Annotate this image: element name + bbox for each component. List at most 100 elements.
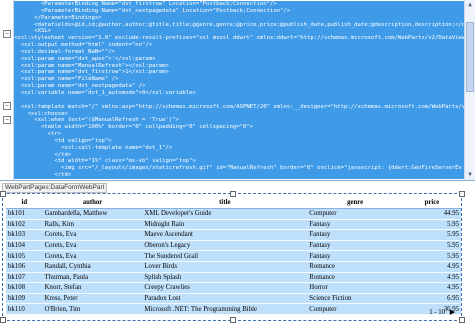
code-line: <XSL> xyxy=(14,28,465,35)
cell-id: bk104 xyxy=(6,240,43,251)
cell-title: Maeve Ascendant xyxy=(142,230,307,241)
code-line: <xsl:template match="/" xmlns:asp="http:… xyxy=(14,104,465,111)
column-header-genre[interactable]: genre xyxy=(307,196,403,209)
cell-author: Gambardella, Matthew xyxy=(43,209,143,220)
table-row: bk109Kress, PeterParadox LostScience Fic… xyxy=(6,293,461,304)
resize-handle[interactable] xyxy=(230,317,236,323)
code-line: </td> xyxy=(14,172,465,179)
cell-author: Corets, Eva xyxy=(43,251,143,262)
pager: 1 - 10 ▶ xyxy=(426,308,455,316)
code-editor[interactable]: − − − <ParameterBinding Name="dvt_firstr… xyxy=(0,0,475,180)
cell-title: Paradox Lost xyxy=(142,293,307,304)
scroll-down-icon[interactable]: ▼ xyxy=(466,171,474,179)
cell-genre: Science Fiction xyxy=(307,293,403,304)
code-line: <ParameterBinding Name="dvt_nextpagedata… xyxy=(14,8,465,15)
column-header-price[interactable]: price xyxy=(403,196,461,209)
cell-id: bk105 xyxy=(6,251,43,262)
cell-price: 6.95 xyxy=(403,293,461,304)
resize-handle[interactable] xyxy=(230,191,236,197)
resize-handle[interactable] xyxy=(0,317,6,323)
webpart-label[interactable]: WebPartPages:DataFormWebPart xyxy=(2,183,107,193)
cell-author: O'Brien, Tim xyxy=(43,304,143,315)
cell-id: bk103 xyxy=(6,230,43,241)
cell-title: The Sundered Grail xyxy=(142,251,307,262)
cell-title: Creepy Crawlies xyxy=(142,283,307,294)
column-header-title[interactable]: title xyxy=(142,196,307,209)
table-row: bk108Knorr, StefanCreepy CrawliesHorror4… xyxy=(6,283,461,294)
code-line: <xsl:param name="FileName" /> xyxy=(14,76,465,83)
editor-gutter: − − − xyxy=(0,0,14,180)
code-line: <xsl:when test="($ManualRefresh = 'True'… xyxy=(14,117,465,124)
cell-author: Thurman, Paula xyxy=(43,272,143,283)
code-text-area[interactable]: <ParameterBinding Name="dvt_firstrow" Lo… xyxy=(14,1,465,179)
code-line: <xsl:decimal-format NaN=""/> xyxy=(14,49,465,56)
code-line: <xsl:stylesheet version="1.0" exclude-re… xyxy=(14,35,465,42)
collapse-icon[interactable]: − xyxy=(3,30,11,38)
code-line: <ParameterBinding Name="dvt_firstrow" Lo… xyxy=(14,1,465,8)
code-line: <xsl:choose> xyxy=(14,111,465,118)
code-line: </td> xyxy=(14,152,465,159)
table-row: bk107Thurman, PaulaSplish SplashRomance4… xyxy=(6,272,461,283)
grid-header-row: idauthortitlegenreprice xyxy=(6,196,461,209)
scroll-up-icon[interactable]: ▲ xyxy=(466,1,474,9)
dataform-webpart[interactable]: idauthortitlegenreprice bk101Gambardella… xyxy=(2,193,462,321)
table-row: bk102Ralls, KimMidnight RainFantasy5.95 xyxy=(6,219,461,230)
cell-id: bk107 xyxy=(6,272,43,283)
cell-id: bk106 xyxy=(6,261,43,272)
cell-title: Oberon's Legacy xyxy=(142,240,307,251)
table-row: bk106Randall, CynthiaLover BirdsRomance4… xyxy=(6,261,461,272)
cell-genre: Fantasy xyxy=(307,240,403,251)
resize-handle[interactable] xyxy=(0,191,6,197)
cell-id: bk102 xyxy=(6,219,43,230)
cell-price: 4.95 xyxy=(403,283,461,294)
cell-genre: Computer xyxy=(307,209,403,220)
scrollbar-thumb[interactable] xyxy=(466,22,474,92)
table-row: bk101Gambardella, MatthewXML Developer's… xyxy=(6,209,461,220)
resize-handle[interactable] xyxy=(459,191,465,197)
cell-author: Ralls, Kim xyxy=(43,219,143,230)
cell-genre: Romance xyxy=(307,272,403,283)
pager-next-icon[interactable]: ▶ xyxy=(450,309,455,316)
cell-title: Midnight Rain xyxy=(142,219,307,230)
cell-price: 5.95 xyxy=(403,230,461,241)
code-line: <xsl:output method="html" indent="no"/> xyxy=(14,42,465,49)
cell-price: 44.95 xyxy=(403,209,461,220)
cell-genre: Fantasy xyxy=(307,230,403,241)
collapse-icon[interactable]: − xyxy=(3,116,11,124)
cell-author: Corets, Eva xyxy=(43,240,143,251)
cell-title: Lover Birds xyxy=(142,261,307,272)
cell-author: Knorr, Stefan xyxy=(43,283,143,294)
cell-genre: Fantasy xyxy=(307,219,403,230)
code-line: <datafields>@id,id;@author,author;@title… xyxy=(14,22,465,29)
code-line: <td valign="top"> xyxy=(14,138,465,145)
cell-price: 5.95 xyxy=(403,219,461,230)
pager-range: 1 - 10 xyxy=(429,309,445,316)
cell-genre: Fantasy xyxy=(307,251,403,262)
column-header-id[interactable]: id xyxy=(6,196,43,209)
cell-price: 5.95 xyxy=(403,240,461,251)
code-line: <img src="/_layouts/images/staticrefresh… xyxy=(14,165,465,172)
cell-title: XML Developer's Guide xyxy=(142,209,307,220)
code-line: <xsl:param name="dvt_apos">'</xsl:param> xyxy=(14,56,465,63)
code-line: </ParameterBindings> xyxy=(14,15,465,22)
cell-genre: Computer xyxy=(307,304,403,315)
table-row: bk103Corets, EvaMaeve AscendantFantasy5.… xyxy=(6,230,461,241)
resize-handle[interactable] xyxy=(459,317,465,323)
data-grid: idauthortitlegenreprice bk101Gambardella… xyxy=(6,196,461,315)
cell-price: 4.95 xyxy=(403,261,461,272)
collapse-icon[interactable]: − xyxy=(3,102,11,110)
code-line: <xsl:param name="dvt_nextpagedata" /> xyxy=(14,83,465,90)
code-line: <xsl:param name="dvt_firstrow">1</xsl:pa… xyxy=(14,69,465,76)
code-line: <xsl:call-template name="dvt_1"/> xyxy=(14,145,465,152)
editor-vertical-scrollbar[interactable]: ▲ ▼ xyxy=(464,0,475,180)
cell-genre: Romance xyxy=(307,261,403,272)
table-row: bk110O'Brien, TimMicrosoft .NET: The Pro… xyxy=(6,304,461,315)
table-row: bk104Corets, EvaOberon's LegacyFantasy5.… xyxy=(6,240,461,251)
cell-price: 4.95 xyxy=(403,272,461,283)
cell-id: bk101 xyxy=(6,209,43,220)
cell-id: bk110 xyxy=(6,304,43,315)
cell-author: Corets, Eva xyxy=(43,230,143,241)
code-line: <table width="100%" border="0" cellpaddi… xyxy=(14,124,465,131)
column-header-author[interactable]: author xyxy=(43,196,143,209)
cell-genre: Horror xyxy=(307,283,403,294)
